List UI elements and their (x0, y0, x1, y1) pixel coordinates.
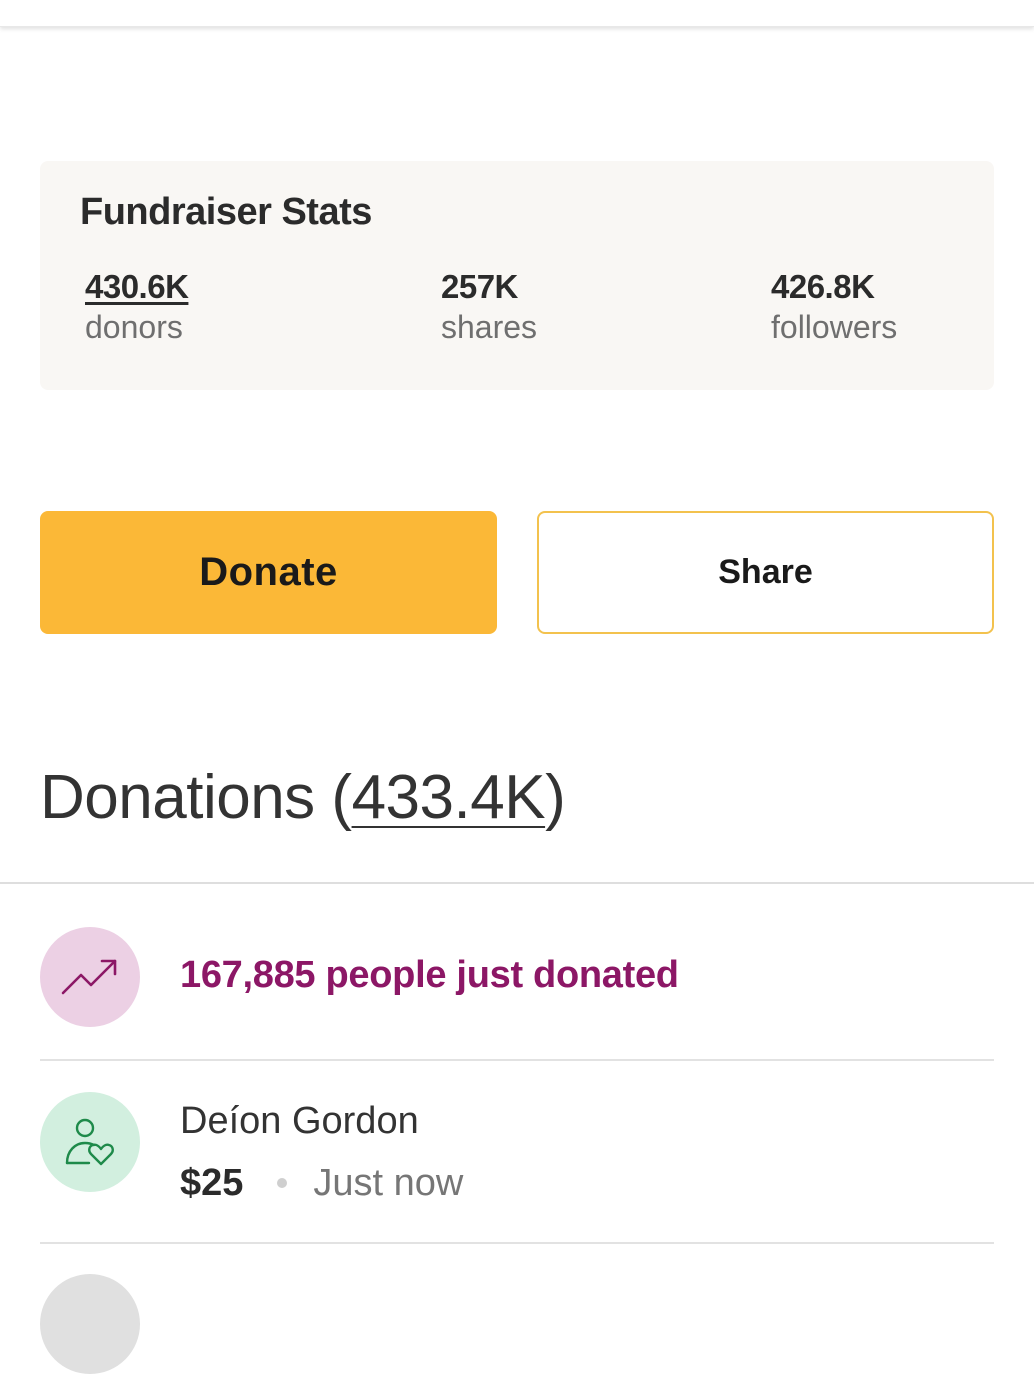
donation-time: Just now (313, 1162, 464, 1204)
stat-donors-value[interactable]: 430.6K (85, 267, 189, 307)
donor-meta: $25 Just now (180, 1160, 463, 1206)
donor-heart-icon (40, 1092, 140, 1192)
share-button-label: Share (718, 553, 813, 591)
donate-button-label: Donate (199, 550, 338, 594)
trending-donations-text: 167,885 people just donated (180, 954, 679, 996)
top-nav-bar (0, 0, 1034, 27)
stat-shares-value: 257K (441, 268, 518, 305)
stat-donors[interactable]: 430.6K donors (85, 267, 189, 347)
share-button[interactable]: Share (537, 511, 994, 634)
avatar (40, 1274, 140, 1374)
separator-dot (277, 1177, 288, 1188)
donation-amount: $25 (180, 1162, 244, 1204)
stat-shares: 257K shares (441, 267, 537, 347)
trending-up-icon (40, 927, 140, 1027)
stats-title: Fundraiser Stats (80, 191, 372, 233)
stat-shares-label: shares (441, 309, 538, 345)
list-divider (40, 1059, 994, 1061)
stat-followers: 426.8K followers (771, 267, 897, 347)
fundraiser-stats-card: Fundraiser Stats 430.6K donors 257K shar… (40, 161, 994, 390)
section-divider (0, 882, 1034, 884)
stat-followers-value: 426.8K (771, 268, 875, 305)
donations-count-link[interactable]: 433.4K (352, 763, 546, 832)
donations-heading-label: Donations (40, 763, 315, 832)
stat-donors-label: donors (85, 309, 183, 345)
stat-followers-label: followers (771, 309, 898, 345)
donor-name: Deíon Gordon (180, 1100, 419, 1142)
donate-button[interactable]: Donate (40, 511, 497, 634)
donations-heading: Donations (433.4K) (40, 763, 566, 832)
list-divider (40, 1242, 994, 1244)
